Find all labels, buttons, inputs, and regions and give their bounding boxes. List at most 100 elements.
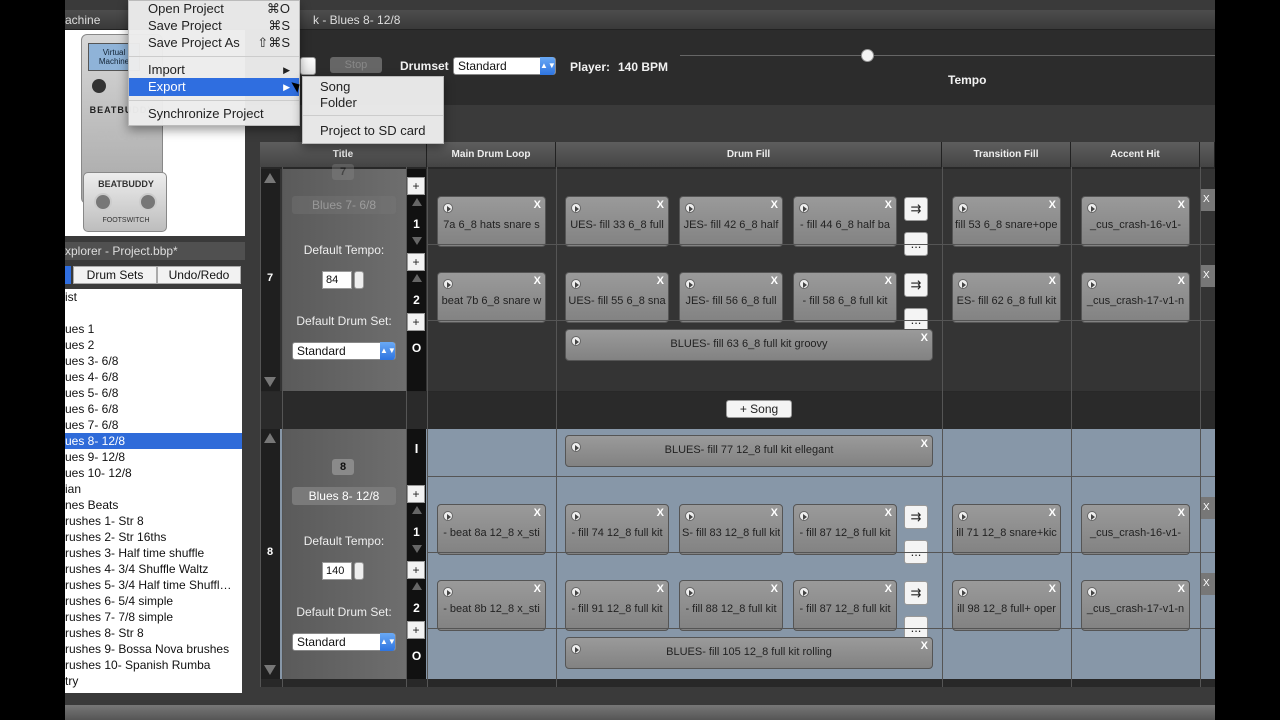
- play-icon[interactable]: [443, 279, 453, 289]
- song-name[interactable]: Blues 8- 12/8: [292, 487, 396, 505]
- play-icon[interactable]: [571, 203, 581, 213]
- play-icon[interactable]: [443, 203, 453, 213]
- add-part-button[interactable]: +: [407, 177, 425, 195]
- transition-fill-cell[interactable]: Xfill 53 6_8 snare+oper: [952, 196, 1061, 247]
- default-drumset-select[interactable]: Standard ▲▼: [292, 633, 396, 651]
- song-list-item[interactable]: rushes 3- Half time shuffle: [65, 545, 242, 561]
- accent-hit-cell[interactable]: X _cus_crash-17-v1-n: [1081, 580, 1190, 631]
- play-icon[interactable]: [685, 203, 695, 213]
- song-list-item[interactable]: rushes 1- Str 8: [65, 513, 242, 529]
- close-icon[interactable]: X: [885, 583, 892, 595]
- close-icon[interactable]: X: [1178, 507, 1185, 519]
- accent-tab[interactable]: X: [1200, 497, 1215, 519]
- play-icon[interactable]: [1087, 203, 1097, 213]
- song-list-item[interactable]: ues 5- 6/8: [65, 385, 242, 401]
- play-icon[interactable]: [958, 279, 968, 289]
- export-folder[interactable]: Folder: [303, 94, 443, 112]
- close-icon[interactable]: X: [1049, 199, 1056, 211]
- transition-fill-cell[interactable]: Xill 98 12_8 full+ oper: [952, 580, 1061, 631]
- drum-fill-cell[interactable]: X - fill 74 12_8 full kit: [565, 504, 669, 555]
- tab-drum-sets[interactable]: Drum Sets: [73, 266, 157, 284]
- close-icon[interactable]: X: [885, 507, 892, 519]
- close-icon[interactable]: X: [534, 275, 541, 287]
- tab-undo-redo[interactable]: Undo/Redo: [157, 266, 241, 284]
- tempo-slider-knob[interactable]: [861, 49, 875, 62]
- transition-fill-cell[interactable]: X ES- fill 62 6_8 full kit: [952, 272, 1061, 323]
- move-down-icon[interactable]: [264, 665, 276, 675]
- outro-fill[interactable]: X BLUES- fill 63 6_8 full kit groovy: [565, 329, 933, 361]
- export-project-to-sd-card[interactable]: Project to SD card: [303, 122, 443, 140]
- song-list-item[interactable]: ist: [65, 289, 242, 305]
- default-tempo-input[interactable]: 84: [322, 271, 352, 289]
- close-icon[interactable]: X: [885, 275, 892, 287]
- song-list-item[interactable]: ues 3- 6/8: [65, 353, 242, 369]
- outro-fill[interactable]: X BLUES- fill 105 12_8 full kit rolling: [565, 637, 933, 669]
- main-drum-loop-cell[interactable]: Xbeat 7b 6_8 snare w: [437, 272, 546, 323]
- menu-open-project[interactable]: Open Project ⌘O: [129, 0, 299, 18]
- drum-fill-cell[interactable]: X - fill 88 12_8 full kit: [679, 580, 783, 631]
- play-icon[interactable]: [799, 511, 809, 521]
- menu-synchronize-project[interactable]: Synchronize Project: [129, 105, 299, 123]
- move-up-icon[interactable]: [412, 274, 422, 282]
- close-icon[interactable]: X: [1178, 199, 1185, 211]
- song-list-item[interactable]: ues 9- 12/8: [65, 449, 242, 465]
- default-drumset-select[interactable]: Standard ▲▼: [292, 342, 396, 360]
- transition-toggle-button[interactable]: ⇉: [904, 273, 928, 297]
- menu-save-project-as[interactable]: Save Project As ⇧⌘S: [129, 34, 299, 52]
- close-icon[interactable]: X: [771, 275, 778, 287]
- play-icon[interactable]: [799, 587, 809, 597]
- song-name[interactable]: Blues 7- 6/8: [292, 196, 396, 214]
- play-icon[interactable]: [799, 203, 809, 213]
- play-icon[interactable]: [1087, 279, 1097, 289]
- move-down-icon[interactable]: [264, 377, 276, 387]
- song-list-item[interactable]: ues 8- 12/8: [65, 433, 242, 449]
- tab-songs[interactable]: [65, 266, 71, 284]
- close-icon[interactable]: X: [657, 583, 664, 595]
- accent-tab[interactable]: X: [1200, 265, 1215, 287]
- song-list-item[interactable]: ues 2: [65, 337, 242, 353]
- song-list-item[interactable]: rushes 4- 3/4 Shuffle Waltz: [65, 561, 242, 577]
- song-list-item[interactable]: ian: [65, 481, 242, 497]
- play-icon[interactable]: [443, 587, 453, 597]
- main-drum-loop-cell[interactable]: X 7a 6_8 hats snare s: [437, 196, 546, 247]
- play-icon[interactable]: [799, 279, 809, 289]
- song-list-item[interactable]: try: [65, 673, 242, 689]
- accent-tab[interactable]: X: [1200, 573, 1215, 595]
- song-list-item[interactable]: ues 1: [65, 321, 242, 337]
- drum-fill-cell[interactable]: X - fill 87 12_8 full kit: [793, 580, 897, 631]
- transition-fill-cell[interactable]: Xill 71 12_8 snare+kic: [952, 504, 1061, 555]
- song-list-item[interactable]: rushes 7- 7/8 simple: [65, 609, 242, 625]
- default-tempo-input[interactable]: 140: [322, 562, 352, 580]
- close-icon[interactable]: X: [657, 199, 664, 211]
- intro-fill[interactable]: X BLUES- fill 77 12_8 full kit ellegant: [565, 435, 933, 467]
- play-icon[interactable]: [571, 587, 581, 597]
- close-icon[interactable]: X: [771, 507, 778, 519]
- song-list-item[interactable]: rushes 5- 3/4 Half time Shuffl…: [65, 577, 242, 593]
- move-up-icon[interactable]: [412, 198, 422, 206]
- drum-fill-cell[interactable]: X JES- fill 56 6_8 full: [679, 272, 783, 323]
- song-list-item[interactable]: rushes 2- Str 16ths: [65, 529, 242, 545]
- play-icon[interactable]: [571, 279, 581, 289]
- stop-button[interactable]: Stop: [330, 57, 382, 73]
- move-down-icon[interactable]: [412, 237, 422, 245]
- drum-fill-cell[interactable]: X UES- fill 55 6_8 sna: [565, 272, 669, 323]
- song-list-item[interactable]: rushes 9- Bossa Nova brushes: [65, 641, 242, 657]
- drum-fill-cell[interactable]: X S- fill 83 12_8 full kit: [679, 504, 783, 555]
- song-list-item[interactable]: rushes 10- Spanish Rumba: [65, 657, 242, 673]
- close-icon[interactable]: X: [771, 199, 778, 211]
- play-icon[interactable]: [685, 587, 695, 597]
- menu-export[interactable]: Export ▶: [129, 78, 299, 96]
- play-icon[interactable]: [958, 587, 968, 597]
- play-icon[interactable]: [443, 511, 453, 521]
- play-icon[interactable]: [1087, 587, 1097, 597]
- song-list-item[interactable]: nes Beats: [65, 497, 242, 513]
- add-part-button[interactable]: +: [407, 313, 425, 331]
- close-icon[interactable]: X: [1178, 275, 1185, 287]
- song-list-item[interactable]: ues 4- 6/8: [65, 369, 242, 385]
- move-up-icon[interactable]: [412, 582, 422, 590]
- play-icon[interactable]: [685, 279, 695, 289]
- move-down-icon[interactable]: [412, 545, 422, 553]
- accent-tab[interactable]: X: [1200, 189, 1215, 211]
- close-icon[interactable]: X: [1049, 583, 1056, 595]
- play-icon[interactable]: [571, 511, 581, 521]
